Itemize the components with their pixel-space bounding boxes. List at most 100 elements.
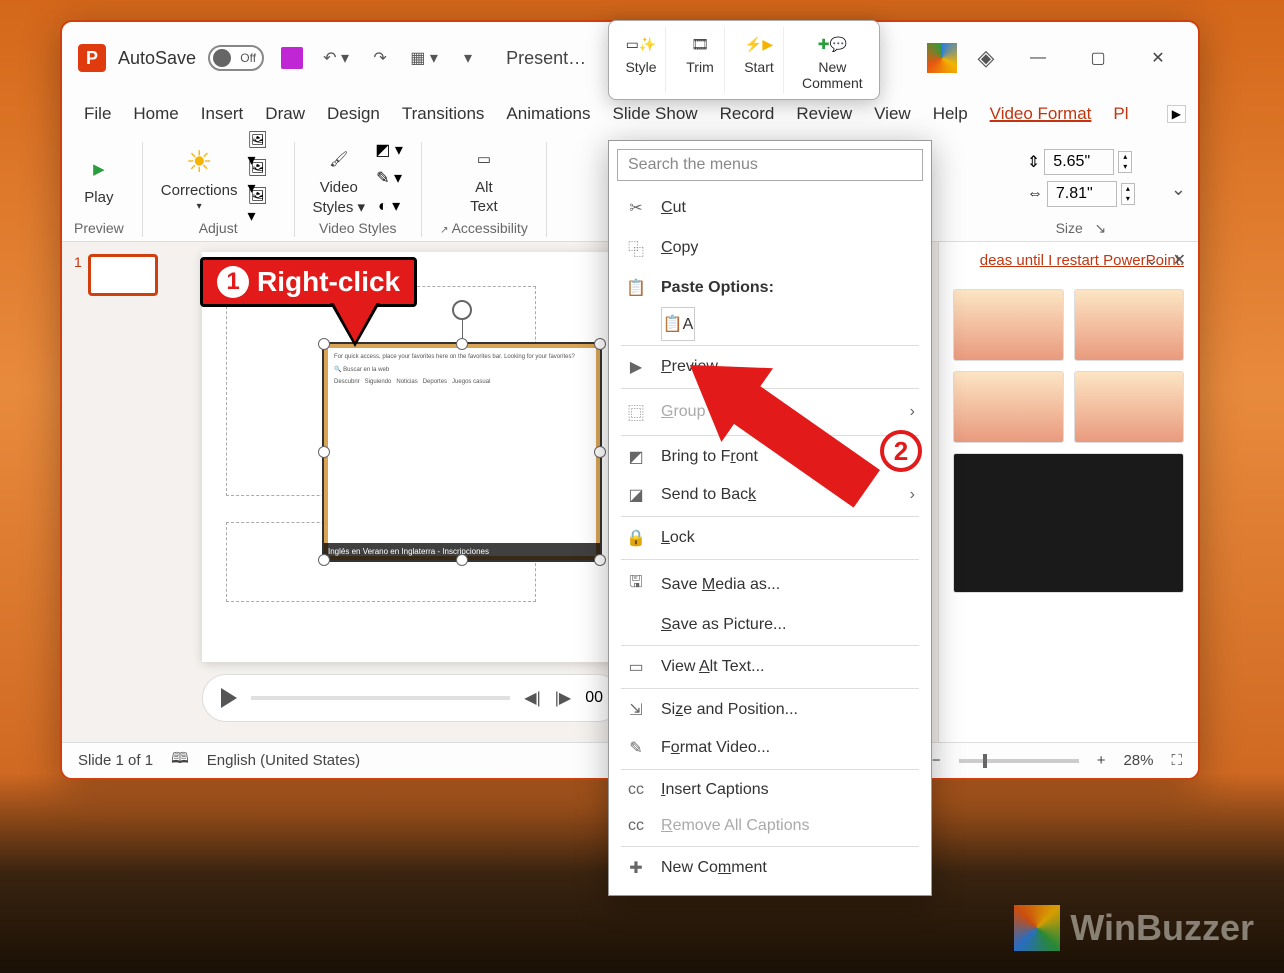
toggle-knob — [213, 49, 231, 67]
comment-icon: ✚ — [625, 858, 647, 878]
redo-button[interactable]: ↷ — [364, 42, 396, 74]
width-icon: ⇔ — [1027, 185, 1043, 203]
ctx-lock[interactable]: 🔒Lock — [609, 519, 931, 557]
winbuzzer-logo-icon — [1014, 905, 1060, 951]
pane-collapse-icon[interactable]: ⌄ — [1145, 250, 1158, 270]
tab-draw[interactable]: Draw — [255, 100, 315, 128]
corrections-button[interactable]: ☀ Corrections ▾ — [161, 144, 238, 212]
resize-handle[interactable] — [456, 554, 468, 566]
ribbon-group-size: ⇕ 5.65" ▴▾ ⇔ 7.81" ▴▾ Size ↘ — [1027, 142, 1153, 237]
design-idea-tile[interactable] — [1074, 371, 1185, 443]
resize-handle[interactable] — [318, 446, 330, 458]
resize-handle[interactable] — [456, 338, 468, 350]
zoom-slider[interactable] — [959, 759, 1079, 763]
tab-scroll-right[interactable]: ▶ — [1167, 105, 1186, 123]
design-idea-tile[interactable] — [953, 371, 1064, 443]
tab-home[interactable]: Home — [123, 100, 188, 128]
maximize-button[interactable]: ▢ — [1074, 38, 1122, 78]
zoom-out-button[interactable]: − — [932, 752, 941, 769]
ribbon-group-video-styles: 🖌 Video Styles ▾ ◩ ▾ ✎ ▾ ◐ ▾ Video Style… — [313, 142, 423, 237]
ctx-remove-captions: ccRemove All Captions — [609, 808, 931, 844]
ctx-save-as-picture[interactable]: Save as Picture... — [609, 607, 931, 643]
mini-style-button[interactable]: ▭✨Style — [617, 27, 666, 93]
ctx-paste-options-label: 📋Paste Options: — [609, 269, 931, 307]
video-styles-button[interactable]: 🖌 Video Styles ▾ — [313, 141, 366, 216]
tab-file[interactable]: File — [74, 100, 121, 128]
mini-new-comment-button[interactable]: ✚💬 New Comment — [794, 27, 871, 93]
video-object[interactable]: For quick access, place your favorites h… — [322, 342, 602, 562]
autosave-toggle[interactable]: Off — [208, 45, 264, 71]
lock-icon: 🔒 — [625, 528, 647, 548]
ctx-format-video[interactable]: ✎Format Video... — [609, 729, 931, 767]
mini-start-button[interactable]: ⚡▶Start — [735, 27, 784, 93]
premium-diamond-icon[interactable]: ◈ — [970, 42, 1002, 74]
ctx-new-comment[interactable]: ✚New Comment — [609, 849, 931, 887]
menu-search-input[interactable]: Search the menus — [617, 149, 923, 181]
ctx-view-alt-text[interactable]: ▭View Alt Text... — [609, 648, 931, 686]
ctx-copy[interactable]: ⿻Copy — [609, 227, 931, 269]
rotate-handle-icon[interactable] — [452, 300, 472, 320]
design-idea-tile[interactable] — [1074, 289, 1185, 361]
video-border-button[interactable]: ✎ ▾ — [375, 166, 403, 190]
close-button[interactable]: ✕ — [1134, 38, 1182, 78]
language-indicator[interactable]: English (United States) — [207, 752, 360, 769]
save-button[interactable] — [276, 42, 308, 74]
tab-design[interactable]: Design — [317, 100, 390, 128]
play-button[interactable]: ▶ Play — [81, 151, 117, 206]
copy-icon: ⿻ — [625, 236, 647, 260]
width-spinner[interactable]: ▴▾ — [1121, 183, 1135, 205]
step-forward-icon[interactable]: |▶ — [555, 688, 571, 708]
alt-text-icon: ▭ — [625, 657, 647, 677]
play-icon[interactable] — [221, 688, 237, 708]
winbuzzer-watermark: WinBuzzer — [1014, 905, 1254, 951]
slide-counter[interactable]: Slide 1 of 1 — [78, 752, 153, 769]
tab-insert[interactable]: Insert — [191, 100, 254, 128]
tab-transitions[interactable]: Transitions — [392, 100, 495, 128]
alt-text-button[interactable]: ▭ Alt Text — [466, 141, 502, 215]
tab-video-format[interactable]: Video Format — [980, 100, 1102, 128]
pane-close-icon[interactable]: ✕ — [1173, 250, 1186, 270]
height-spinner[interactable]: ▴▾ — [1118, 151, 1132, 173]
design-idea-tile[interactable] — [953, 453, 1184, 593]
resize-handle[interactable] — [318, 338, 330, 350]
thumbnail-slide-1[interactable]: 1 — [74, 254, 180, 296]
seek-track[interactable] — [251, 696, 510, 700]
mini-trim-button[interactable]: 🎞Trim — [676, 27, 725, 93]
send-back-icon: ◪ — [625, 485, 647, 505]
ribbon-collapse-button[interactable]: ⌄ — [1171, 179, 1186, 200]
tab-animations[interactable]: Animations — [496, 100, 600, 128]
resize-handle[interactable] — [594, 338, 606, 350]
reset-design-button[interactable]: 🖼 ▾ — [248, 194, 276, 218]
resize-handle[interactable] — [594, 554, 606, 566]
ctx-size-and-position[interactable]: ⇲Size and Position... — [609, 691, 931, 729]
width-input[interactable]: 7.81" — [1047, 181, 1117, 207]
tab-review[interactable]: Review — [786, 100, 862, 128]
step-back-icon[interactable]: ◀| — [524, 688, 540, 708]
zoom-in-button[interactable]: + — [1097, 752, 1106, 769]
accessibility-icon[interactable]: 🕮 — [171, 748, 189, 773]
tab-help[interactable]: Help — [923, 100, 978, 128]
paste-keep-text-button[interactable]: 📋A — [661, 307, 695, 341]
tab-view[interactable]: View — [864, 100, 921, 128]
present-button[interactable]: ▦ ▾ — [408, 42, 440, 74]
resize-handle[interactable] — [318, 554, 330, 566]
design-idea-tile[interactable] — [953, 289, 1064, 361]
height-input[interactable]: 5.65" — [1044, 149, 1114, 175]
fit-to-window-icon[interactable]: ⛶ — [1171, 752, 1182, 769]
ctx-insert-captions[interactable]: ccInsert Captions — [609, 772, 931, 808]
zoom-level[interactable]: 28% — [1123, 752, 1153, 769]
ctx-send-to-back[interactable]: ◪Send to Back› — [609, 476, 931, 514]
qat-overflow[interactable]: ▾ — [452, 42, 484, 74]
resize-handle[interactable] — [594, 446, 606, 458]
tab-record[interactable]: Record — [710, 100, 785, 128]
ctx-save-media-as[interactable]: 🖫Save Media as... — [609, 562, 931, 607]
video-shape-button[interactable]: ◩ ▾ — [375, 138, 403, 162]
captions-icon: cc — [625, 817, 647, 835]
video-player-bar: ◀| |▶ 00 — [202, 674, 622, 722]
addins-cube-icon[interactable] — [926, 42, 958, 74]
tab-playback-partial[interactable]: Pl — [1103, 100, 1138, 128]
undo-button[interactable]: ↶ ▾ — [320, 42, 352, 74]
tab-slide-show[interactable]: Slide Show — [603, 100, 708, 128]
minimize-button[interactable]: — — [1014, 38, 1062, 78]
ctx-cut[interactable]: ✂Cut — [609, 189, 931, 227]
